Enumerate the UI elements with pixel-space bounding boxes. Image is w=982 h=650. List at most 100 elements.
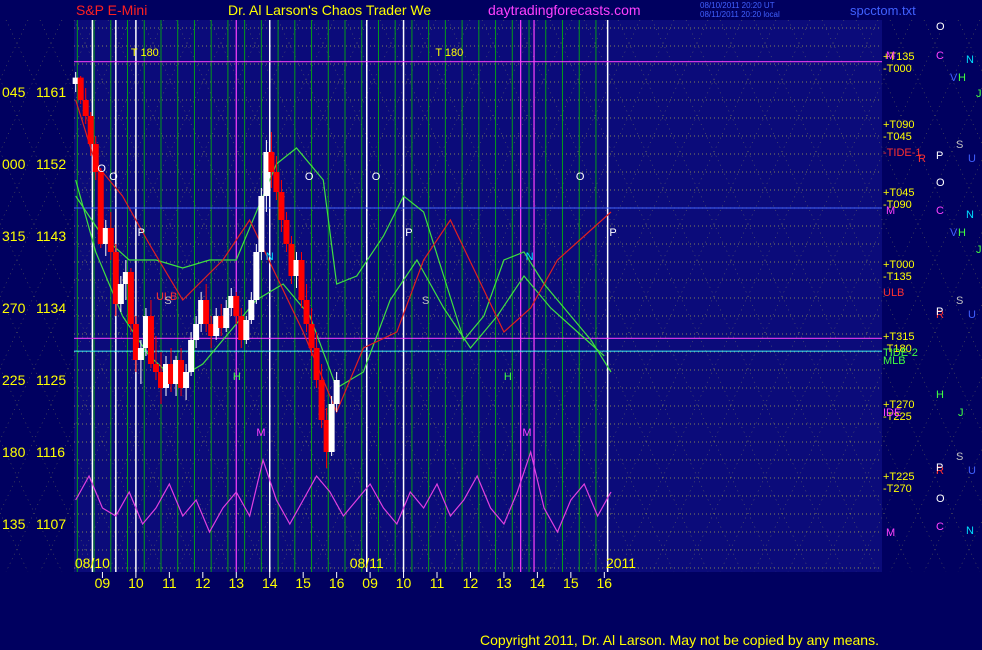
y-angle-label: 180	[2, 444, 26, 460]
y-tick-label: 1107	[36, 516, 66, 532]
chart-marker: O	[97, 163, 106, 175]
up-bar	[193, 324, 200, 340]
up-bar	[117, 284, 124, 304]
y-angle-label: 000	[2, 156, 26, 172]
up-bar	[183, 372, 190, 388]
chart-title: Dr. Al Larson's Chaos Trader We	[228, 2, 431, 18]
x-tick-label: 10	[128, 575, 144, 591]
up-bar	[223, 308, 230, 328]
symbol-label: S&P E-Mini	[76, 2, 147, 18]
x-tick-label: 13	[496, 575, 512, 591]
date-label: 08/10	[75, 555, 110, 571]
down-bar	[107, 228, 114, 252]
planet-label: O	[936, 177, 945, 189]
planet-label: J	[976, 244, 982, 256]
planet-label: P	[936, 150, 943, 162]
chart-marker: P	[138, 227, 145, 239]
down-bar	[283, 220, 290, 244]
planet-label: U	[968, 465, 976, 477]
right-label: IDE	[883, 407, 901, 419]
chart-marker: N	[526, 251, 534, 263]
right-label: -TIDE-1	[883, 147, 922, 159]
chart-marker: O	[109, 171, 118, 183]
right-label: -T000	[883, 63, 912, 75]
planet-label: P	[936, 462, 943, 474]
y-angle-label: 315	[2, 228, 26, 244]
down-bar	[147, 316, 154, 364]
x-tick-label: 14	[262, 575, 278, 591]
right-label: +T225	[883, 471, 915, 483]
down-bar	[152, 364, 159, 372]
up-bar	[328, 404, 335, 452]
chart-marker: H	[233, 371, 241, 383]
chart-marker: S	[164, 295, 171, 307]
planet-label: M	[886, 205, 895, 217]
planet-label: H	[936, 389, 944, 401]
date-label: 08/11	[350, 555, 384, 571]
up-bar	[248, 300, 255, 320]
down-bar	[87, 116, 94, 144]
chart-marker: M	[256, 427, 265, 439]
x-tick-label: 09	[362, 575, 378, 591]
down-bar	[308, 324, 315, 348]
up-bar	[243, 320, 250, 340]
chart-marker: T 180	[131, 47, 159, 59]
down-bar	[203, 300, 210, 324]
planet-label: M	[886, 527, 895, 539]
y-tick-label: 1134	[36, 300, 66, 316]
planet-label: C	[936, 521, 944, 533]
down-bar	[313, 348, 320, 380]
chart-marker: H	[504, 371, 512, 383]
x-tick-label: 15	[295, 575, 311, 591]
x-tick-label: 11	[430, 575, 445, 591]
planet-label: J	[976, 88, 982, 100]
timestamp-local: 08/11/2011 20:20 local	[700, 10, 780, 19]
planet-label: S	[956, 139, 963, 151]
up-bar	[258, 196, 265, 252]
right-label: -T135	[883, 271, 912, 283]
planet-label: V	[950, 72, 958, 84]
y-angle-label: 225	[2, 372, 26, 388]
right-label: +T045	[883, 187, 915, 199]
y-tick-label: 1143	[36, 228, 66, 244]
up-bar	[253, 252, 260, 300]
right-label: +T315	[883, 331, 915, 343]
down-bar	[77, 77, 84, 100]
timestamp-ut: 08/10/2011 20:20 UT	[700, 1, 775, 10]
down-bar	[318, 380, 325, 420]
date-label: 2011	[606, 555, 636, 571]
copyright: Copyright 2011, Dr. Al Larson. May not b…	[480, 632, 879, 648]
right-label: +T000	[883, 259, 915, 271]
y-tick-label: 1125	[36, 372, 66, 388]
y-angle-label: 045	[2, 84, 26, 100]
right-label: +T090	[883, 119, 915, 131]
chart-marker: O	[576, 171, 585, 183]
y-tick-label: 1116	[36, 444, 65, 460]
right-label: MLB	[883, 355, 906, 367]
planet-label: R	[918, 153, 926, 165]
x-tick-label: 09	[95, 575, 111, 591]
filename-label: spcctom.txt	[850, 3, 916, 18]
down-bar	[127, 272, 134, 324]
right-label: -T270	[883, 483, 912, 495]
down-bar	[82, 100, 89, 116]
x-tick-label: 16	[329, 575, 345, 591]
planet-label: H	[958, 227, 966, 239]
y-tick-label: 1152	[36, 156, 66, 172]
down-bar	[303, 300, 310, 324]
down-bar	[273, 172, 280, 192]
x-tick-label: 16	[597, 575, 613, 591]
up-bar	[333, 380, 340, 404]
planet-label: N	[966, 525, 974, 537]
planet-label: O	[936, 493, 945, 505]
planet-label: M	[886, 50, 895, 62]
chart-marker: T 180	[435, 47, 463, 59]
planet-label: C	[936, 50, 944, 62]
y-angle-label: 135	[2, 516, 26, 532]
x-tick-label: 13	[228, 575, 244, 591]
down-bar	[298, 260, 305, 300]
planet-label: V	[950, 227, 958, 239]
planet-label: S	[956, 295, 963, 307]
chaos-trader-chart: OO O O OP P PULBS SN NH HM MT 180 T 180 045 1161000…	[0, 0, 982, 650]
chart-marker: O	[305, 171, 314, 183]
